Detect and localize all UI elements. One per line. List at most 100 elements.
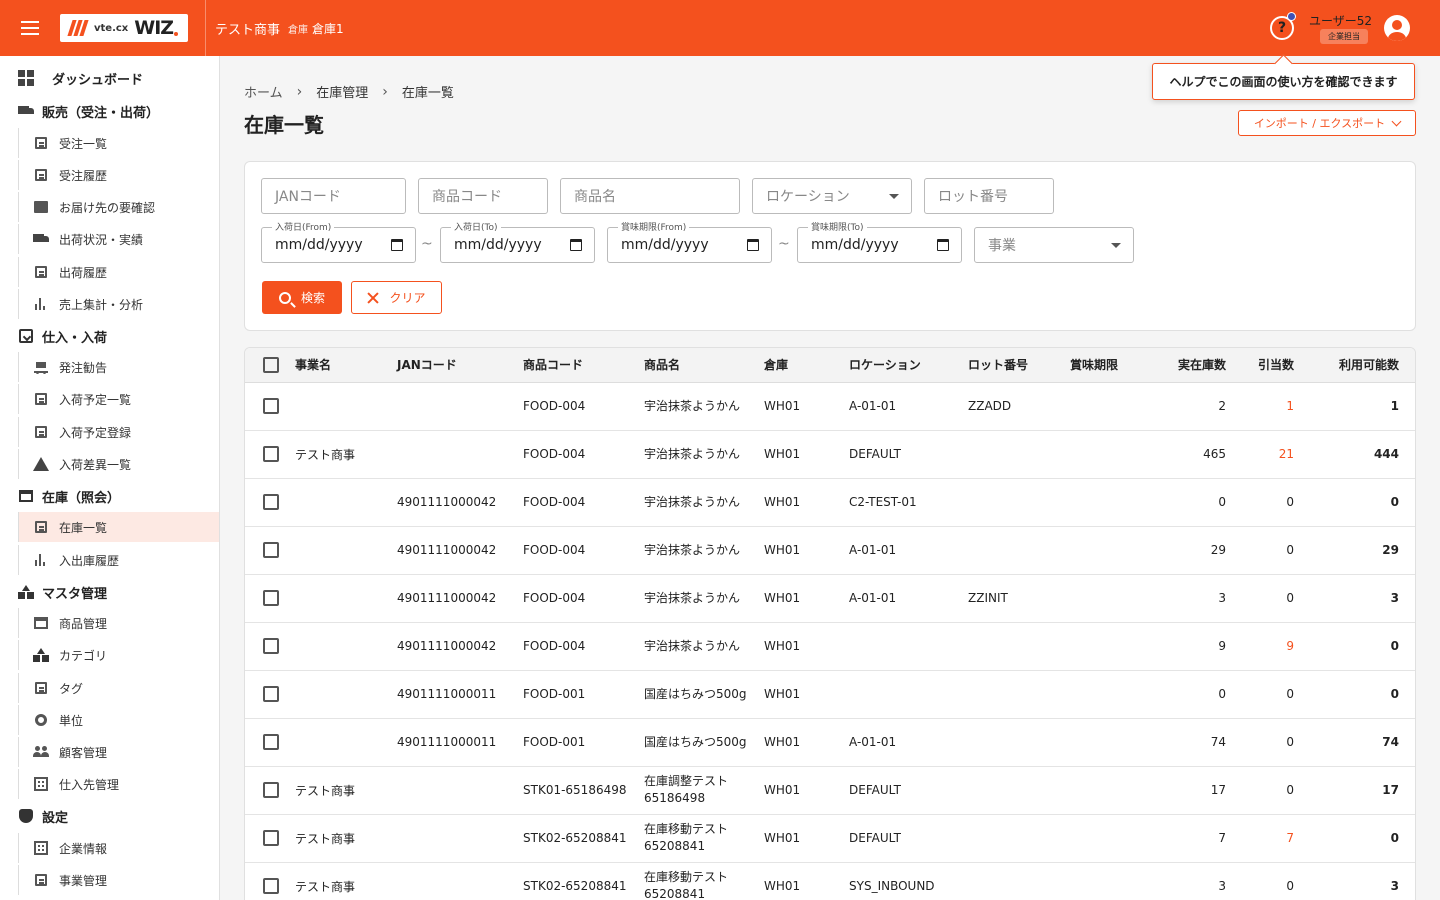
calendar-icon[interactable] <box>391 239 403 251</box>
search-button[interactable]: 検索 <box>262 281 342 314</box>
location-select-value: ロケーション <box>766 189 850 205</box>
user-role-badge: 企業担当 <box>1320 29 1368 44</box>
cell-allocated: 21 <box>1226 430 1302 479</box>
calendar-icon[interactable] <box>937 239 949 251</box>
sidebar-item-order-history[interactable]: 受注履歴 <box>18 160 219 190</box>
table-row[interactable]: 4901111000011 FOOD-001 国産はちみつ500g WH01 A-01-… <box>245 718 1415 767</box>
cell-lot <box>968 430 1070 479</box>
column-header[interactable]: 実在庫数 <box>1150 348 1226 383</box>
cell-wh: WH01 <box>764 766 849 815</box>
row-checkbox[interactable] <box>263 830 279 846</box>
sidebar-item-tags[interactable]: タグ <box>18 673 219 703</box>
table-row[interactable]: 4901111000042 FOOD-004 宇治抹茶ようかん WH01 9 9 0 <box>245 622 1415 671</box>
chevron-down-icon <box>1391 116 1402 126</box>
sidebar-item-suppliers[interactable]: 仕入先管理 <box>18 769 219 799</box>
table-row[interactable]: テスト商事 FOOD-004 宇治抹茶ようかん WH01 DEFAULT 465 21 444 <box>245 430 1415 479</box>
arrival-date-to-input[interactable]: 入荷日(To) mm/dd/yyyy <box>440 220 595 263</box>
help-tooltip: ヘルプでこの画面の使い方を確認できます <box>1152 63 1415 100</box>
account-avatar-icon[interactable] <box>1384 15 1410 41</box>
sidebar-item-company-info[interactable]: 企業情報 <box>18 833 219 863</box>
table-row[interactable]: 4901111000042 FOOD-004 宇治抹茶ようかん WH01 C2-TEST… <box>245 478 1415 527</box>
lot-number-input[interactable]: ロット番号 <box>924 178 1054 214</box>
calendar-icon[interactable] <box>747 239 759 251</box>
column-header[interactable]: 引当数 <box>1226 348 1302 383</box>
sidebar-item-stock-history[interactable]: 入出庫履歴 <box>18 545 219 575</box>
breadcrumb-home[interactable]: ホーム <box>244 82 283 101</box>
column-header[interactable]: 事業名 <box>295 348 397 383</box>
sidebar-item-arrival-register[interactable]: 入荷予定登録 <box>18 417 219 447</box>
column-header[interactable]: 商品名 <box>644 348 764 383</box>
sidebar-item-delivery-check[interactable]: お届け先の要確認 <box>18 192 219 222</box>
sidebar-group-stock[interactable]: 在庫（照会） <box>0 481 219 511</box>
cell-code: FOOD-001 <box>523 718 644 767</box>
sidebar-item-shipping-status[interactable]: 出荷状況・実績 <box>18 224 219 254</box>
column-header[interactable]: 倉庫 <box>764 348 849 383</box>
sidebar-item-dashboard[interactable]: ダッシュボード <box>0 63 219 93</box>
sidebar-item-stock-list[interactable]: 在庫一覧 <box>18 512 219 542</box>
sidebar-item-customers[interactable]: 顧客管理 <box>18 737 219 767</box>
column-header[interactable]: JANコード <box>397 348 523 383</box>
table-row[interactable]: テスト商事 STK02-65208841 在庫移動テスト65208841 WH01 DE… <box>245 814 1415 863</box>
cell-wh: WH01 <box>764 526 849 575</box>
sidebar-item-sales-analysis[interactable]: 売上集計・分析 <box>18 289 219 319</box>
row-checkbox[interactable] <box>263 878 279 894</box>
table-row[interactable]: 4901111000042 FOOD-004 宇治抹茶ようかん WH01 A-01-01… <box>245 526 1415 575</box>
product-code-input[interactable]: 商品コード <box>418 178 548 214</box>
sidebar-item-order-advice[interactable]: 発注勧告 <box>18 352 219 382</box>
clear-button[interactable]: クリア <box>351 281 442 314</box>
row-checkbox[interactable] <box>263 590 279 606</box>
table-row[interactable]: テスト商事 STK02-65208841 在庫移動テスト65208841 WH01 SY… <box>245 862 1415 900</box>
expiry-date-to-input[interactable]: 賞味期限(To) mm/dd/yyyy <box>797 220 962 263</box>
menu-toggle-button[interactable] <box>0 0 60 56</box>
sidebar-item-products[interactable]: 商品管理 <box>18 608 219 638</box>
sidebar-item-arrival-schedule[interactable]: 入荷予定一覧 <box>18 384 219 414</box>
sidebar-item-orders[interactable]: 受注一覧 <box>18 128 219 158</box>
column-header[interactable]: 利用可能数 <box>1302 348 1415 383</box>
breadcrumb-stock[interactable]: 在庫管理 <box>316 82 368 101</box>
row-checkbox[interactable] <box>263 734 279 750</box>
column-header[interactable]: ロット番号 <box>968 348 1070 383</box>
column-header[interactable]: 賞味期限 <box>1070 348 1150 383</box>
sidebar-item-arrival-diff[interactable]: 入荷差異一覧 <box>18 449 219 479</box>
cell-jan: 4901111000042 <box>397 478 523 527</box>
sidebar-group-master[interactable]: マスタ管理 <box>0 577 219 607</box>
table-row[interactable]: 4901111000042 FOOD-004 宇治抹茶ようかん WH01 A-01-01… <box>245 574 1415 623</box>
table-row[interactable]: テスト商事 STK01-65186498 在庫調整テスト65186498 WH01 DE… <box>245 766 1415 815</box>
sidebar-group-sales[interactable]: 販売（受注・出荷） <box>0 96 219 126</box>
row-checkbox[interactable] <box>263 494 279 510</box>
row-checkbox[interactable] <box>263 638 279 654</box>
table-row[interactable]: 4901111000011 FOOD-001 国産はちみつ500g WH01 0 0 0 <box>245 670 1415 719</box>
sidebar-group-purchase[interactable]: 仕入・入荷 <box>0 321 219 351</box>
column-header[interactable]: ロケーション <box>849 348 968 383</box>
cell-code: FOOD-004 <box>523 382 644 431</box>
cell-allocated: 0 <box>1226 526 1302 575</box>
clear-button-label: クリア <box>389 291 426 305</box>
row-checkbox[interactable] <box>263 782 279 798</box>
expiry-date-from-input[interactable]: 賞味期限(From) mm/dd/yyyy <box>607 220 772 263</box>
import-export-button[interactable]: インポート / エクスポート <box>1238 110 1416 136</box>
sidebar-item-units[interactable]: 単位 <box>18 705 219 735</box>
row-checkbox[interactable] <box>263 398 279 414</box>
calendar-icon[interactable] <box>570 239 582 251</box>
sidebar-item-label: 出荷状況・実績 <box>59 232 144 247</box>
row-checkbox[interactable] <box>263 446 279 462</box>
sidebar-group-settings[interactable]: 設定 <box>0 801 219 831</box>
sidebar-item-shipping-history[interactable]: 出荷履歴 <box>18 257 219 287</box>
app-logo[interactable]: vte.cx WIZ <box>60 14 188 42</box>
row-checkbox[interactable] <box>263 542 279 558</box>
cell-exp <box>1070 478 1150 527</box>
column-header[interactable]: 商品コード <box>523 348 644 383</box>
business-select[interactable]: 事業 <box>974 227 1134 263</box>
location-select[interactable]: ロケーション <box>752 178 912 214</box>
sidebar-item-category[interactable]: カテゴリ <box>18 640 219 670</box>
cell-wh: WH01 <box>764 382 849 431</box>
jan-code-input[interactable]: JANコード <box>261 178 406 214</box>
product-name-input[interactable]: 商品名 <box>560 178 740 214</box>
table-row[interactable]: FOOD-004 宇治抹茶ようかん WH01 A-01-01 ZZADD 2 1 1 <box>245 382 1415 431</box>
cell-code: STK01-65186498 <box>523 766 644 815</box>
select-all-checkbox[interactable] <box>263 356 279 373</box>
sidebar-item-business-mgmt[interactable]: 事業管理 <box>18 865 219 895</box>
header-warehouse[interactable]: 倉庫1 <box>312 20 344 37</box>
arrival-date-from-input[interactable]: 入荷日(From) mm/dd/yyyy <box>261 220 416 263</box>
row-checkbox[interactable] <box>263 686 279 702</box>
